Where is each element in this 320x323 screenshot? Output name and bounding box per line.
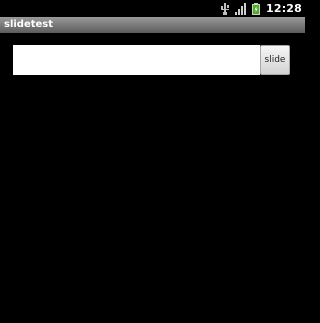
status-icons: 12:28 [220,0,305,17]
status-bar: 12:28 [0,0,305,17]
clock: 12:28 [265,2,302,15]
usb-icon [220,2,229,15]
app-title: slidetest [4,19,54,30]
slide-button[interactable]: slide [260,45,290,75]
signal-icon [234,2,246,15]
text-input[interactable] [13,45,260,75]
battery-icon [251,2,260,15]
title-bar: slidetest [0,17,305,33]
